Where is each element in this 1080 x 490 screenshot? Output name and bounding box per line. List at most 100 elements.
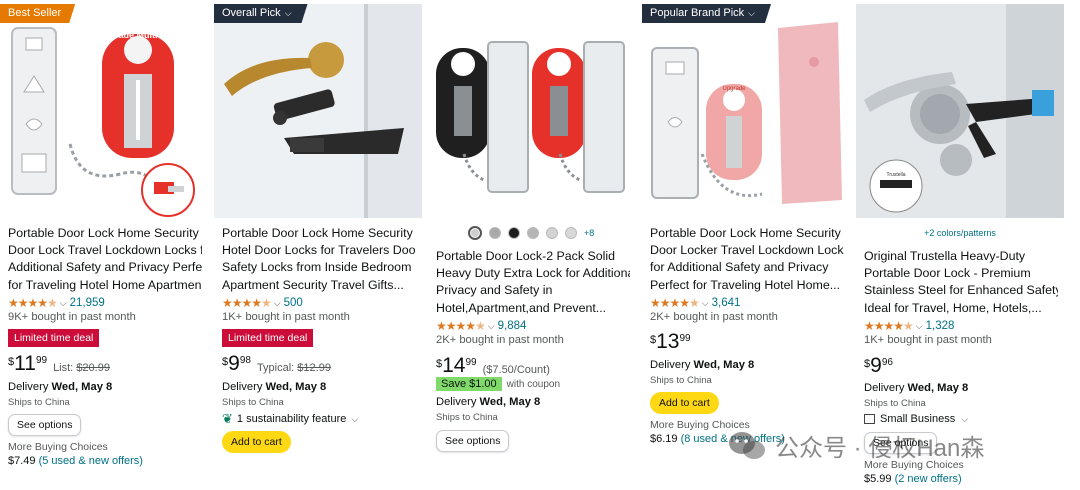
product-image[interactable]: Upgrade Multi-Size bbox=[0, 4, 208, 218]
product-image[interactable] bbox=[428, 4, 636, 218]
delivery-info: Delivery Wed, May 8 bbox=[650, 359, 754, 371]
offers-link[interactable]: (5 used & new offers) bbox=[39, 455, 143, 467]
title-line: for Additional Safety and Privacy bbox=[650, 260, 829, 275]
title-line: Hotel Door Locks for Travelers Door bbox=[222, 243, 416, 258]
chevron-down-icon: ⌵ bbox=[487, 320, 495, 331]
product-title[interactable]: Portable Door Lock-2 Pack Solid Heavy Du… bbox=[436, 248, 630, 317]
title-line: Safety Locks from Inside Bedroom bbox=[222, 260, 412, 275]
small-business-tag[interactable]: Small Business ⌵ bbox=[864, 413, 968, 425]
delivery-info: Delivery Wed, May 8 bbox=[8, 381, 112, 393]
product-image[interactable]: Trustella bbox=[856, 4, 1064, 218]
add-to-cart-button[interactable]: Add to cart bbox=[650, 392, 719, 414]
rating-row[interactable]: ★★★★★ ⌵ 500 bbox=[222, 296, 303, 310]
chevron-down-icon: ⌵ bbox=[59, 297, 67, 308]
see-options-button[interactable]: See options bbox=[8, 414, 82, 436]
sustainability-feature[interactable]: ❦ 1 sustainability feature ⌵ bbox=[222, 411, 358, 427]
color-swatch[interactable] bbox=[527, 227, 539, 239]
small-business-label: Small Business bbox=[880, 413, 956, 425]
price-whole: 9 bbox=[870, 354, 882, 377]
best-seller-badge: Best Seller bbox=[0, 4, 75, 23]
price-fraction: 96 bbox=[881, 357, 893, 368]
deal-badge: Limited time deal bbox=[8, 329, 100, 347]
product-title[interactable]: Portable Door Lock Home Security Hotel D… bbox=[222, 225, 416, 294]
rating-count: 500 bbox=[283, 297, 303, 309]
price: $ 11 99 List: $20.99 bbox=[8, 353, 110, 375]
list-price-value: $20.99 bbox=[76, 362, 110, 374]
product-title[interactable]: Portable Door Lock Home Security Door Lo… bbox=[8, 225, 202, 294]
delivery-date: Wed, May 8 bbox=[51, 381, 113, 393]
color-swatch[interactable] bbox=[565, 227, 577, 239]
badge-label: Overall Pick bbox=[222, 7, 281, 19]
coupon-note: with coupon bbox=[506, 378, 561, 390]
product-image[interactable] bbox=[214, 4, 422, 218]
chevron-down-icon: ⌵ bbox=[284, 8, 292, 18]
price: $ 9 96 bbox=[864, 355, 893, 377]
bought-count: 1K+ bought in past month bbox=[222, 311, 350, 323]
star-icon: ★★★★★ bbox=[864, 319, 914, 333]
more-buying-price: $5.99 (2 new offers) bbox=[864, 473, 962, 485]
price-whole: 13 bbox=[656, 330, 680, 353]
typical-price-label: Typical: bbox=[256, 362, 295, 374]
delivery-prefix: Delivery bbox=[436, 396, 477, 408]
price-fraction: 98 bbox=[239, 355, 251, 366]
price-whole: 9 bbox=[228, 352, 240, 375]
color-swatches: +8 bbox=[468, 226, 594, 240]
door-lock-image: Upgrade bbox=[642, 4, 850, 218]
product-card: Upgrade Popular Brand Pick ⌵ Portable Doo… bbox=[642, 0, 850, 490]
door-lock-image bbox=[428, 4, 636, 218]
color-swatch[interactable] bbox=[489, 227, 501, 239]
title-line: Hotel,Apartment,and Prevent... bbox=[436, 300, 607, 315]
see-options-button[interactable]: See options bbox=[436, 430, 510, 452]
title-line: Door Lock Travel Lockdown Locks for bbox=[8, 243, 202, 258]
product-title[interactable]: Original Trustella Heavy-Duty Portable D… bbox=[864, 248, 1058, 317]
title-line: Perfect for Traveling Hotel Home... bbox=[650, 277, 841, 292]
delivery-prefix: Delivery bbox=[864, 382, 905, 394]
rating-row[interactable]: ★★★★★ ⌵ 9,884 bbox=[436, 319, 526, 333]
offers-link[interactable]: (2 new offers) bbox=[895, 473, 962, 485]
rating-count: 3,641 bbox=[711, 297, 741, 309]
color-swatch[interactable] bbox=[468, 226, 482, 240]
shop-icon bbox=[864, 414, 875, 424]
sustainability-label: 1 sustainability feature bbox=[236, 413, 347, 425]
chevron-down-icon: ⌵ bbox=[915, 320, 923, 331]
deal-badge: Limited time deal bbox=[222, 329, 314, 347]
chevron-down-icon: ⌵ bbox=[961, 413, 969, 424]
colors-patterns-link[interactable]: +2 colors/patterns bbox=[856, 228, 1064, 238]
title-line: Portable Door Lock Home Security bbox=[222, 226, 413, 240]
rating-row[interactable]: ★★★★★ ⌵ 3,641 bbox=[650, 296, 740, 310]
product-card: +8 Portable Door Lock-2 Pack Solid Heavy… bbox=[428, 0, 636, 490]
coupon[interactable]: Save $1.00 with coupon bbox=[436, 377, 560, 391]
chevron-down-icon: ⌵ bbox=[701, 297, 709, 308]
star-icon: ★★★★★ bbox=[436, 319, 486, 333]
ships-to: Ships to China bbox=[864, 398, 926, 409]
product-image[interactable]: Upgrade bbox=[642, 4, 850, 218]
rating-count: 1,328 bbox=[925, 320, 955, 332]
chevron-down-icon: ⌵ bbox=[273, 297, 281, 308]
more-swatches-link[interactable]: +8 bbox=[584, 228, 594, 238]
popular-brand-pick-badge[interactable]: Popular Brand Pick ⌵ bbox=[642, 4, 771, 23]
color-swatch[interactable] bbox=[546, 227, 558, 239]
title-line: for Traveling Hotel Home Apartmen... bbox=[8, 277, 202, 292]
color-swatch[interactable] bbox=[508, 227, 520, 239]
add-to-cart-button[interactable]: Add to cart bbox=[222, 431, 291, 453]
unit-price: ($7.50/Count) bbox=[482, 364, 550, 376]
image-label: Upgrade Multi-Size bbox=[97, 30, 178, 40]
leaf-icon: ❦ bbox=[222, 411, 233, 426]
more-buying-price: $7.49 (5 used & new offers) bbox=[8, 455, 143, 467]
image-label: Upgrade bbox=[722, 86, 746, 92]
typical-price-value: $12.99 bbox=[297, 362, 331, 374]
rating-count: 21,959 bbox=[69, 297, 105, 309]
delivery-date: Wed, May 8 bbox=[265, 381, 327, 393]
rating-row[interactable]: ★★★★★ ⌵ 21,959 bbox=[8, 296, 105, 310]
title-line: Privacy and Safety in bbox=[436, 283, 553, 298]
ships-to: Ships to China bbox=[222, 397, 284, 408]
offer-price: $5.99 bbox=[864, 473, 892, 485]
title-line: Original Trustella Heavy-Duty bbox=[864, 249, 1026, 263]
overall-pick-badge[interactable]: Overall Pick ⌵ bbox=[214, 4, 308, 23]
rating-row[interactable]: ★★★★★ ⌵ 1,328 bbox=[864, 319, 954, 333]
star-icon: ★★★★★ bbox=[650, 296, 700, 310]
title-line: Heavy Duty Extra Lock for Additional bbox=[436, 266, 630, 281]
price: $ 14 99 ($7.50/Count) bbox=[436, 355, 550, 377]
delivery-prefix: Delivery bbox=[650, 359, 691, 371]
product-title[interactable]: Portable Door Lock Home Security Door Lo… bbox=[650, 225, 844, 294]
